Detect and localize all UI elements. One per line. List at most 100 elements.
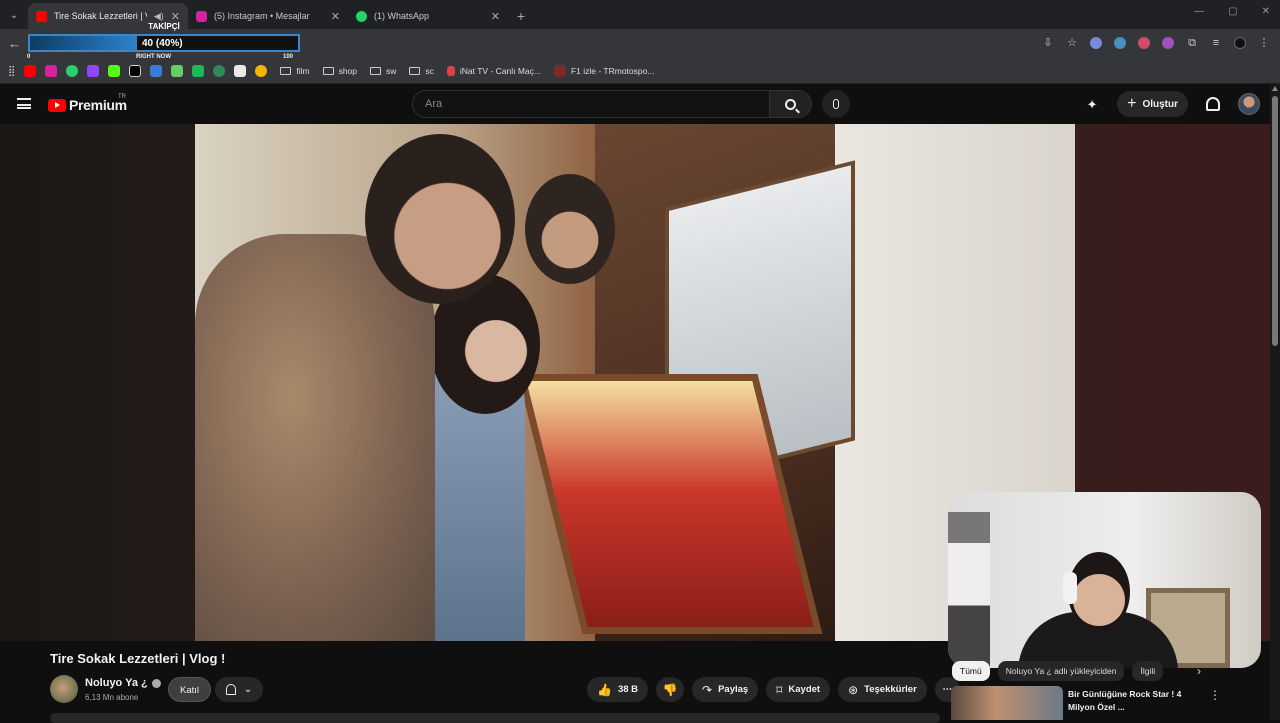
join-button[interactable]: Katıl bbox=[168, 677, 212, 702]
youtube-favicon-icon bbox=[36, 10, 47, 22]
folder-label: film bbox=[296, 66, 310, 76]
video-title: Tire Sokak Lezzetleri | Vlog ! bbox=[50, 651, 226, 666]
media-queue-icon[interactable]: ≡ bbox=[1210, 37, 1222, 49]
scrollbar-thumb[interactable] bbox=[1272, 96, 1278, 346]
bookmark-site-icon[interactable] bbox=[192, 65, 205, 77]
bookmark-folder-film[interactable]: film bbox=[280, 66, 310, 76]
close-tab-icon[interactable]: ✕ bbox=[491, 10, 500, 23]
account-avatar[interactable] bbox=[1238, 93, 1260, 115]
profile-icon[interactable] bbox=[1234, 37, 1246, 49]
bookmark-site-icon[interactable] bbox=[255, 65, 268, 77]
folder-icon bbox=[409, 67, 421, 75]
like-button[interactable]: 👍 38 B bbox=[587, 677, 649, 702]
bookmark-folder-sw[interactable]: sw bbox=[370, 66, 396, 76]
progress-bar: 40 (40%) bbox=[28, 34, 300, 52]
microphone-icon bbox=[833, 99, 839, 109]
folder-icon bbox=[280, 67, 292, 75]
bookmarks-bar: ⣿ film shop sw sc iNat TV - Canlı Maç...… bbox=[0, 59, 1280, 84]
recommended-video-thumbnail[interactable] bbox=[951, 686, 1063, 720]
thanks-button[interactable]: ⊛ Teşekkürler bbox=[838, 677, 927, 702]
kebab-menu-icon[interactable]: ⋮ bbox=[1209, 688, 1221, 702]
close-tab-icon[interactable]: ✕ bbox=[331, 10, 340, 23]
youtube-play-logo-icon bbox=[48, 98, 66, 112]
share-button[interactable]: ↷ Paylaş bbox=[692, 677, 759, 702]
recommended-video-title[interactable]: Bir Günlüğüne Rock Star ! 4 Milyon Özel … bbox=[1068, 688, 1198, 714]
region-code: TR bbox=[118, 94, 126, 100]
youtube-premium-logo[interactable]: Premium bbox=[48, 97, 127, 113]
progress-fill bbox=[30, 36, 138, 50]
bookmark-folder-sc[interactable]: sc bbox=[409, 66, 434, 76]
extension-icon[interactable] bbox=[1162, 37, 1174, 49]
channel-name[interactable]: Noluyo Ya ¿ bbox=[85, 677, 148, 689]
back-arrow-icon[interactable]: ← bbox=[8, 36, 21, 51]
bookmark-youtube-icon[interactable] bbox=[24, 65, 37, 77]
create-magic-icon[interactable]: ✦ bbox=[1085, 97, 1099, 112]
create-button[interactable]: + Oluştur bbox=[1117, 91, 1188, 117]
minimize-button[interactable]: — bbox=[1194, 6, 1204, 17]
puzzle-icon[interactable]: ⧉ bbox=[1186, 37, 1198, 49]
scroll-up-arrow-icon[interactable] bbox=[1272, 86, 1278, 91]
channel-avatar[interactable] bbox=[50, 675, 78, 703]
follower-progress-widget: TAKİPÇİ 40 (40%) 0 RIGHT NOW 100 bbox=[26, 21, 302, 63]
save-button[interactable]: ⌑ Kaydet bbox=[766, 677, 831, 702]
window-controls: — ▢ ✕ bbox=[1194, 6, 1270, 17]
chevron-right-icon[interactable]: › bbox=[1197, 664, 1201, 678]
new-tab-button[interactable]: + bbox=[508, 3, 534, 29]
search-input[interactable]: Ara bbox=[412, 90, 770, 118]
tab-whatsapp[interactable]: (1) WhatsApp ✕ bbox=[348, 3, 508, 29]
install-app-icon[interactable]: ⇩ bbox=[1042, 37, 1054, 49]
kebab-menu-icon[interactable]: ⋮ bbox=[1258, 37, 1270, 49]
bookmark-f1-izle[interactable]: F1 izle - TRmotospo... bbox=[553, 65, 655, 77]
tab-title: (1) WhatsApp bbox=[374, 11, 430, 21]
hamburger-menu-icon[interactable] bbox=[17, 98, 31, 109]
header-actions: ✦ + Oluştur bbox=[1085, 91, 1260, 117]
extension-icon[interactable] bbox=[1138, 37, 1150, 49]
webcam-background-shelf bbox=[948, 512, 990, 668]
bookmark-instagram-icon[interactable] bbox=[45, 65, 58, 77]
bookmark-kick-icon[interactable] bbox=[108, 65, 121, 77]
scene-person-front-head bbox=[365, 134, 515, 304]
extension-icon[interactable] bbox=[1090, 37, 1102, 49]
inat-tv-icon bbox=[446, 66, 455, 76]
channel-name-row[interactable]: Noluyo Ya ¿ bbox=[85, 677, 161, 689]
tab-search-icon[interactable]: ⌄ bbox=[0, 1, 28, 29]
bookmark-site-icon[interactable] bbox=[234, 65, 247, 77]
bookmark-site-icon[interactable] bbox=[171, 65, 184, 77]
bookmark-site-icon[interactable] bbox=[213, 65, 226, 77]
progress-value: 40 (40%) bbox=[142, 38, 183, 49]
bookmark-whatsapp-icon[interactable] bbox=[66, 65, 79, 77]
chip-related[interactable]: İlgili bbox=[1132, 661, 1164, 681]
voice-search-button[interactable] bbox=[822, 90, 850, 118]
like-count: 38 B bbox=[617, 684, 639, 695]
close-window-button[interactable]: ✕ bbox=[1262, 6, 1270, 17]
bell-icon bbox=[225, 684, 236, 695]
bookmark-star-icon[interactable]: ☆ bbox=[1066, 37, 1078, 49]
bookmark-label: iNat TV - Canlı Maç... bbox=[459, 66, 541, 76]
speaker-icon[interactable]: ◀) bbox=[154, 11, 164, 22]
maximize-button[interactable]: ▢ bbox=[1228, 6, 1237, 17]
bookmark-folder-shop[interactable]: shop bbox=[322, 66, 357, 76]
bookmark-label: F1 izle - TRmotospo... bbox=[570, 66, 655, 76]
apps-grid-icon[interactable]: ⣿ bbox=[8, 66, 15, 77]
webcam-streamer bbox=[1008, 552, 1178, 668]
bookmark-twitch-icon[interactable] bbox=[87, 65, 100, 77]
notifications-bell-icon[interactable] bbox=[1206, 97, 1220, 111]
chip-all[interactable]: Tümü bbox=[952, 661, 990, 681]
search-button[interactable] bbox=[770, 90, 812, 118]
description-box[interactable] bbox=[50, 713, 940, 723]
widget-label: TAKİPÇİ bbox=[148, 22, 180, 31]
dislike-button[interactable]: 👎 bbox=[656, 677, 685, 702]
bookmark-x-icon[interactable] bbox=[129, 65, 142, 77]
extension-icon[interactable] bbox=[1114, 37, 1126, 49]
bookmark-inat-tv[interactable]: iNat TV - Canlı Maç... bbox=[446, 66, 541, 76]
bookmark-site-icon[interactable] bbox=[150, 65, 163, 77]
chip-from-uploader[interactable]: Noluyo Ya ¿ adlı yükleyiciden bbox=[997, 661, 1125, 681]
f1-izle-icon bbox=[553, 65, 566, 77]
subscription-bell-button[interactable]: ⌄ bbox=[215, 677, 263, 702]
share-arrow-icon: ↷ bbox=[702, 682, 713, 697]
scene-person-front-body bbox=[195, 234, 435, 641]
streamer-head bbox=[1068, 552, 1130, 632]
page-scrollbar[interactable] bbox=[1270, 84, 1280, 720]
super-thanks-icon: ⊛ bbox=[848, 682, 859, 697]
video-actions: 👍 38 B 👎 ↷ Paylaş ⌑ Kaydet ⊛ Teşekkürler ⋯ bbox=[587, 677, 960, 702]
